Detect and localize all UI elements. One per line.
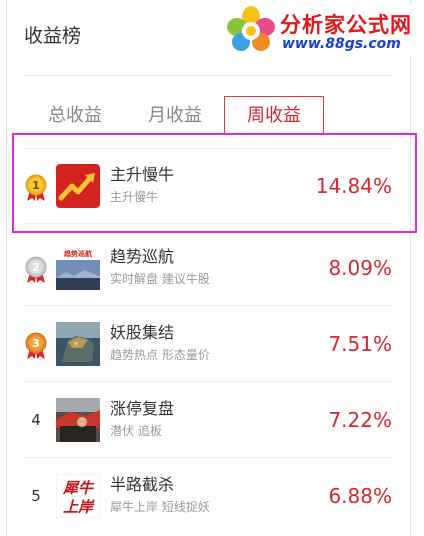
strategy-name: 主升慢牛 <box>110 165 175 184</box>
strategy-name: 半路截杀 <box>110 475 175 494</box>
strategy-thumbnail <box>56 164 100 208</box>
weekly-return: 8.09% <box>328 256 392 280</box>
strategy-desc: 趋势热点 形态量价 <box>110 348 210 362</box>
tabs-divider <box>24 133 392 134</box>
rank-number: 5 <box>31 487 41 505</box>
panel-title: 收益榜 <box>24 25 82 47</box>
strategy-name: 妖股集结 <box>110 323 175 342</box>
watermark: 分析家公式网 www.88gs.com <box>220 4 424 56</box>
strategy-thumbnail: 趋势巡航 <box>56 246 100 290</box>
medal-rank: 2 <box>32 261 40 274</box>
strategy-thumbnail <box>56 322 100 366</box>
medal-rank: 1 <box>32 179 40 192</box>
weekly-return: 7.51% <box>328 332 392 356</box>
strategy-thumbnail: 犀牛 上岸 <box>56 474 100 518</box>
list-item[interactable]: 4 涨停复盘 潜伏 追板 7.22% <box>24 382 392 458</box>
strategy-desc: 犀牛上岸 短线捉妖 <box>110 500 210 514</box>
weekly-return: 7.22% <box>328 408 392 432</box>
list-item[interactable]: 3 妖股集结 趋势热点 形态量价 7.51% <box>24 306 392 382</box>
header-divider <box>24 75 392 76</box>
strategy-desc: 实时解盘 建议牛股 <box>110 272 210 286</box>
weekly-return: 14.84% <box>315 174 392 198</box>
list-item[interactable]: 2 趋势巡航 趋势巡航 实时解盘 建议牛股 8.09% <box>24 230 392 306</box>
tab-monthly-earnings[interactable]: 月收益 <box>144 98 206 134</box>
list-item[interactable]: 1 主升慢牛 主升慢牛 14.84% <box>24 148 392 224</box>
rank-number: 4 <box>31 411 41 429</box>
left-border <box>6 0 7 536</box>
strategy-desc: 主升慢牛 <box>110 190 159 204</box>
flower-logo-icon <box>227 6 275 51</box>
strategy-desc: 潜伏 追板 <box>110 424 162 438</box>
medal-rank: 3 <box>32 337 40 350</box>
row-divider <box>24 223 392 224</box>
strategy-name: 涨停复盘 <box>110 399 175 418</box>
thumbnail-caption: 趋势巡航 <box>63 249 92 258</box>
watermark-brand: 分析家公式网 <box>280 13 412 37</box>
thumbnail-caption-line1: 犀牛 <box>62 479 95 497</box>
thumbnail-caption-line2: 上岸 <box>63 498 95 516</box>
watermark-url: www.88gs.com <box>282 36 401 52</box>
bronze-medal-icon: 3 <box>25 332 47 359</box>
list-item[interactable]: 5 犀牛 上岸 半路截杀 犀牛上岸 短线捉妖 6.88% <box>24 458 392 534</box>
tab-weekly-earnings[interactable]: 周收益 <box>224 96 324 134</box>
strategy-thumbnail <box>56 398 100 442</box>
silver-medal-icon: 2 <box>25 256 47 283</box>
tab-total-earnings[interactable]: 总收益 <box>44 98 106 134</box>
right-border <box>410 0 411 536</box>
weekly-return: 6.88% <box>328 484 392 508</box>
strategy-name: 趋势巡航 <box>110 247 175 266</box>
gold-medal-icon: 1 <box>25 174 47 201</box>
